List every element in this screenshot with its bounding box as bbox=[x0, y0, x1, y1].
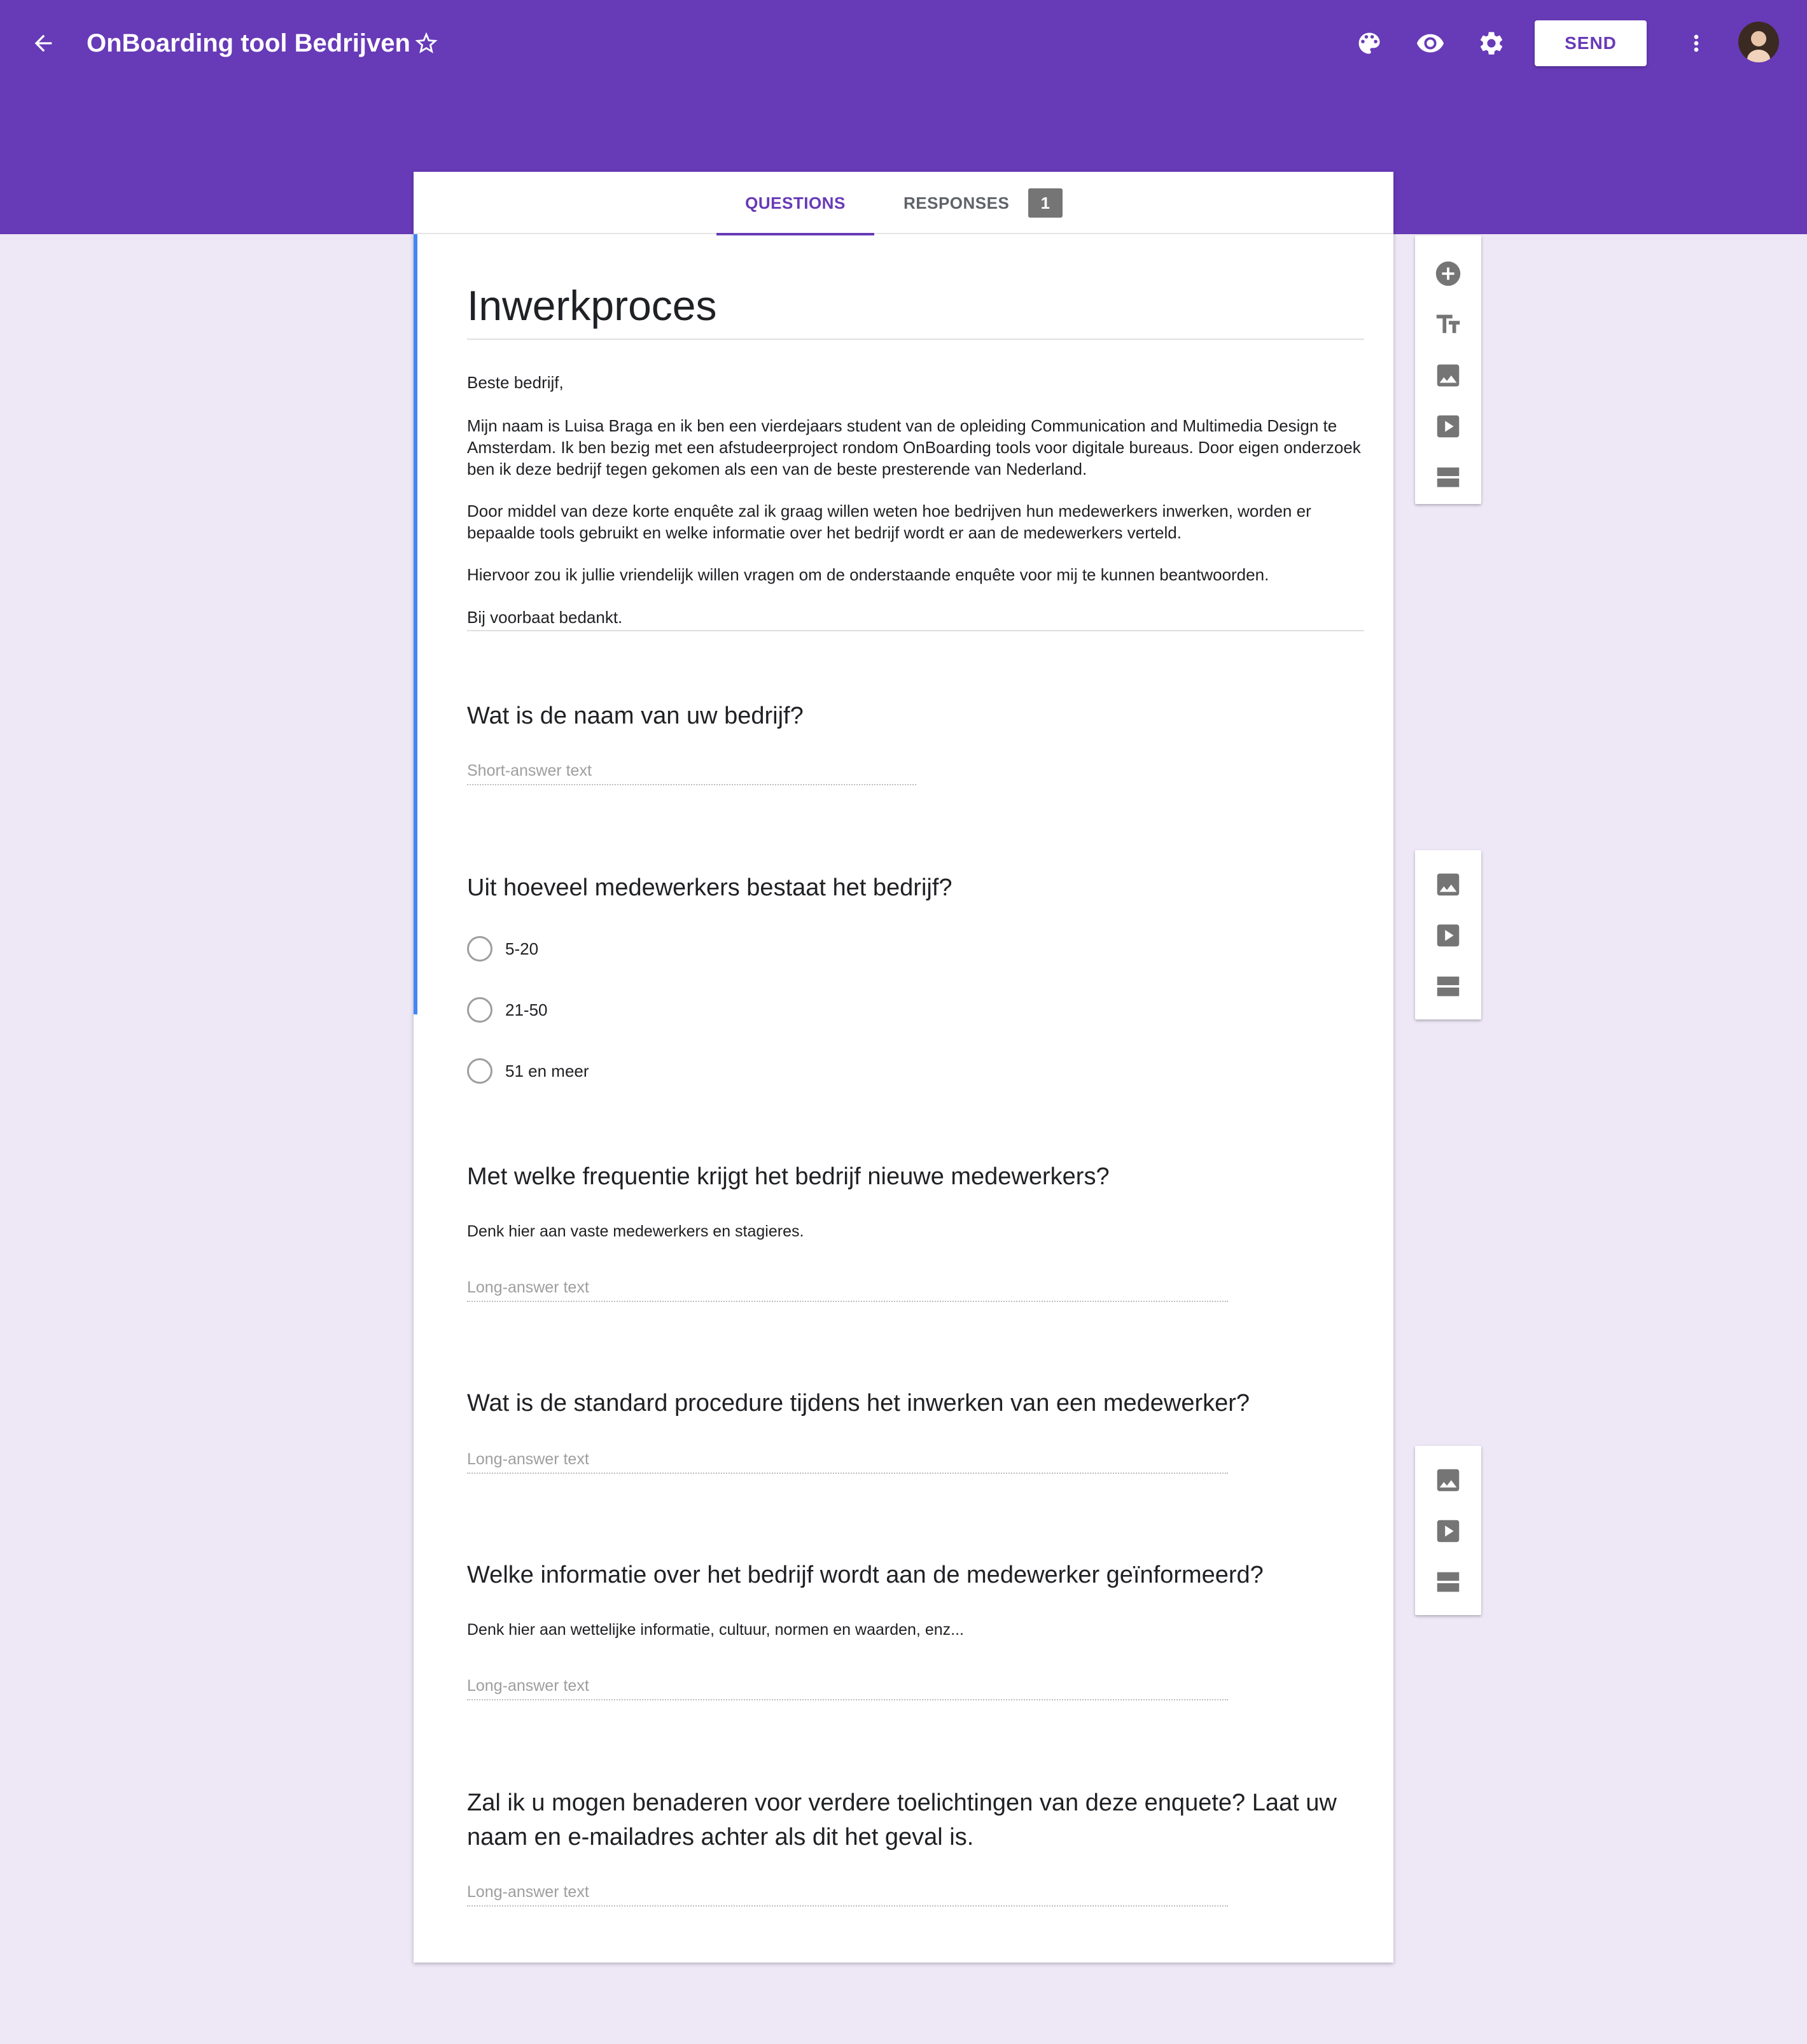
radio-button[interactable] bbox=[467, 997, 492, 1023]
palette-icon[interactable] bbox=[1349, 23, 1390, 64]
question-title[interactable]: Met welke frequentie krijgt het bedrijf … bbox=[467, 1159, 1383, 1194]
active-section-indicator bbox=[414, 234, 417, 1014]
long-answer-field[interactable]: Long-answer text bbox=[467, 1675, 1228, 1700]
tab-questions-label: QUESTIONS bbox=[745, 193, 846, 213]
eye-icon[interactable] bbox=[1410, 23, 1451, 64]
radio-option-label: 21-50 bbox=[505, 1000, 548, 1019]
question-title[interactable]: Wat is de naam van uw bedrijf? bbox=[467, 699, 1383, 733]
form-description-paragraph[interactable]: Hiervoor zou ik jullie vriendelijk wille… bbox=[467, 564, 1364, 585]
tab-questions[interactable]: QUESTIONS bbox=[716, 172, 874, 235]
video-icon[interactable] bbox=[1415, 1506, 1481, 1557]
user-avatar[interactable] bbox=[1738, 22, 1779, 62]
section-icon[interactable] bbox=[1415, 452, 1481, 503]
form-description-paragraph[interactable]: Mijn naam is Luisa Braga en ik ben een v… bbox=[467, 415, 1364, 480]
more-vertical-icon[interactable] bbox=[1676, 23, 1717, 64]
radio-option-label: 5-20 bbox=[505, 939, 539, 958]
form-description-line[interactable]: Beste bedrijf, bbox=[467, 372, 1364, 393]
radio-button[interactable] bbox=[467, 1058, 492, 1084]
question-help-text[interactable]: Denk hier aan wettelijke informatie, cul… bbox=[467, 1619, 1364, 1641]
question-toolbar bbox=[1415, 1446, 1481, 1615]
radio-option-label: 51 en meer bbox=[505, 1061, 589, 1081]
form-description-paragraph[interactable]: Door middel van deze korte enquête zal i… bbox=[467, 500, 1364, 543]
form-name-title: OnBoarding tool Bedrijven bbox=[87, 29, 410, 57]
divider bbox=[467, 630, 1364, 631]
gear-icon[interactable] bbox=[1471, 23, 1512, 64]
add-question-icon[interactable] bbox=[1415, 248, 1481, 299]
radio-option[interactable]: 21-50 bbox=[467, 997, 548, 1023]
form-card: QUESTIONS RESPONSES 1 Inwerkproces Beste… bbox=[414, 172, 1393, 1963]
long-answer-field[interactable]: Long-answer text bbox=[467, 1277, 1228, 1302]
image-icon[interactable] bbox=[1415, 350, 1481, 401]
radio-button[interactable] bbox=[467, 936, 492, 962]
title-text-icon[interactable] bbox=[1415, 299, 1481, 350]
image-icon[interactable] bbox=[1415, 859, 1481, 910]
responses-count-badge: 1 bbox=[1028, 188, 1063, 218]
section-icon[interactable] bbox=[1415, 961, 1481, 1012]
video-icon[interactable] bbox=[1415, 910, 1481, 961]
form-description-line[interactable]: Bij voorbaat bedankt. bbox=[467, 606, 1364, 628]
section-icon[interactable] bbox=[1415, 1557, 1481, 1607]
radio-option[interactable]: 51 en meer bbox=[467, 1058, 589, 1084]
short-answer-field[interactable]: Short-answer text bbox=[467, 760, 916, 785]
tab-responses[interactable]: RESPONSES 1 bbox=[891, 172, 1063, 234]
radio-option[interactable]: 5-20 bbox=[467, 935, 538, 962]
question-toolbar bbox=[1415, 850, 1481, 1019]
tab-responses-label: RESPONSES bbox=[904, 193, 1010, 213]
image-icon[interactable] bbox=[1415, 1455, 1481, 1506]
form-title[interactable]: Inwerkproces bbox=[467, 274, 1364, 337]
star-outline-icon[interactable] bbox=[407, 23, 445, 64]
video-icon[interactable] bbox=[1415, 401, 1481, 452]
tab-bar: QUESTIONS RESPONSES 1 bbox=[414, 172, 1393, 235]
question-title[interactable]: Uit hoeveel medewerkers bestaat het bedr… bbox=[467, 871, 1383, 905]
question-toolbar bbox=[1415, 235, 1481, 504]
question-title[interactable]: Wat is de standard procedure tijdens het… bbox=[467, 1386, 1383, 1420]
question-title[interactable]: Zal ik u mogen benaderen voor verdere to… bbox=[467, 1786, 1383, 1854]
long-answer-field[interactable]: Long-answer text bbox=[467, 1881, 1228, 1907]
arrow-back-icon[interactable] bbox=[23, 23, 64, 64]
question-title[interactable]: Welke informatie over het bedrijf wordt … bbox=[467, 1558, 1383, 1592]
divider bbox=[467, 339, 1364, 340]
long-answer-field[interactable]: Long-answer text bbox=[467, 1448, 1228, 1474]
send-button[interactable]: SEND bbox=[1535, 20, 1647, 66]
question-help-text[interactable]: Denk hier aan vaste medewerkers en stagi… bbox=[467, 1221, 1364, 1242]
